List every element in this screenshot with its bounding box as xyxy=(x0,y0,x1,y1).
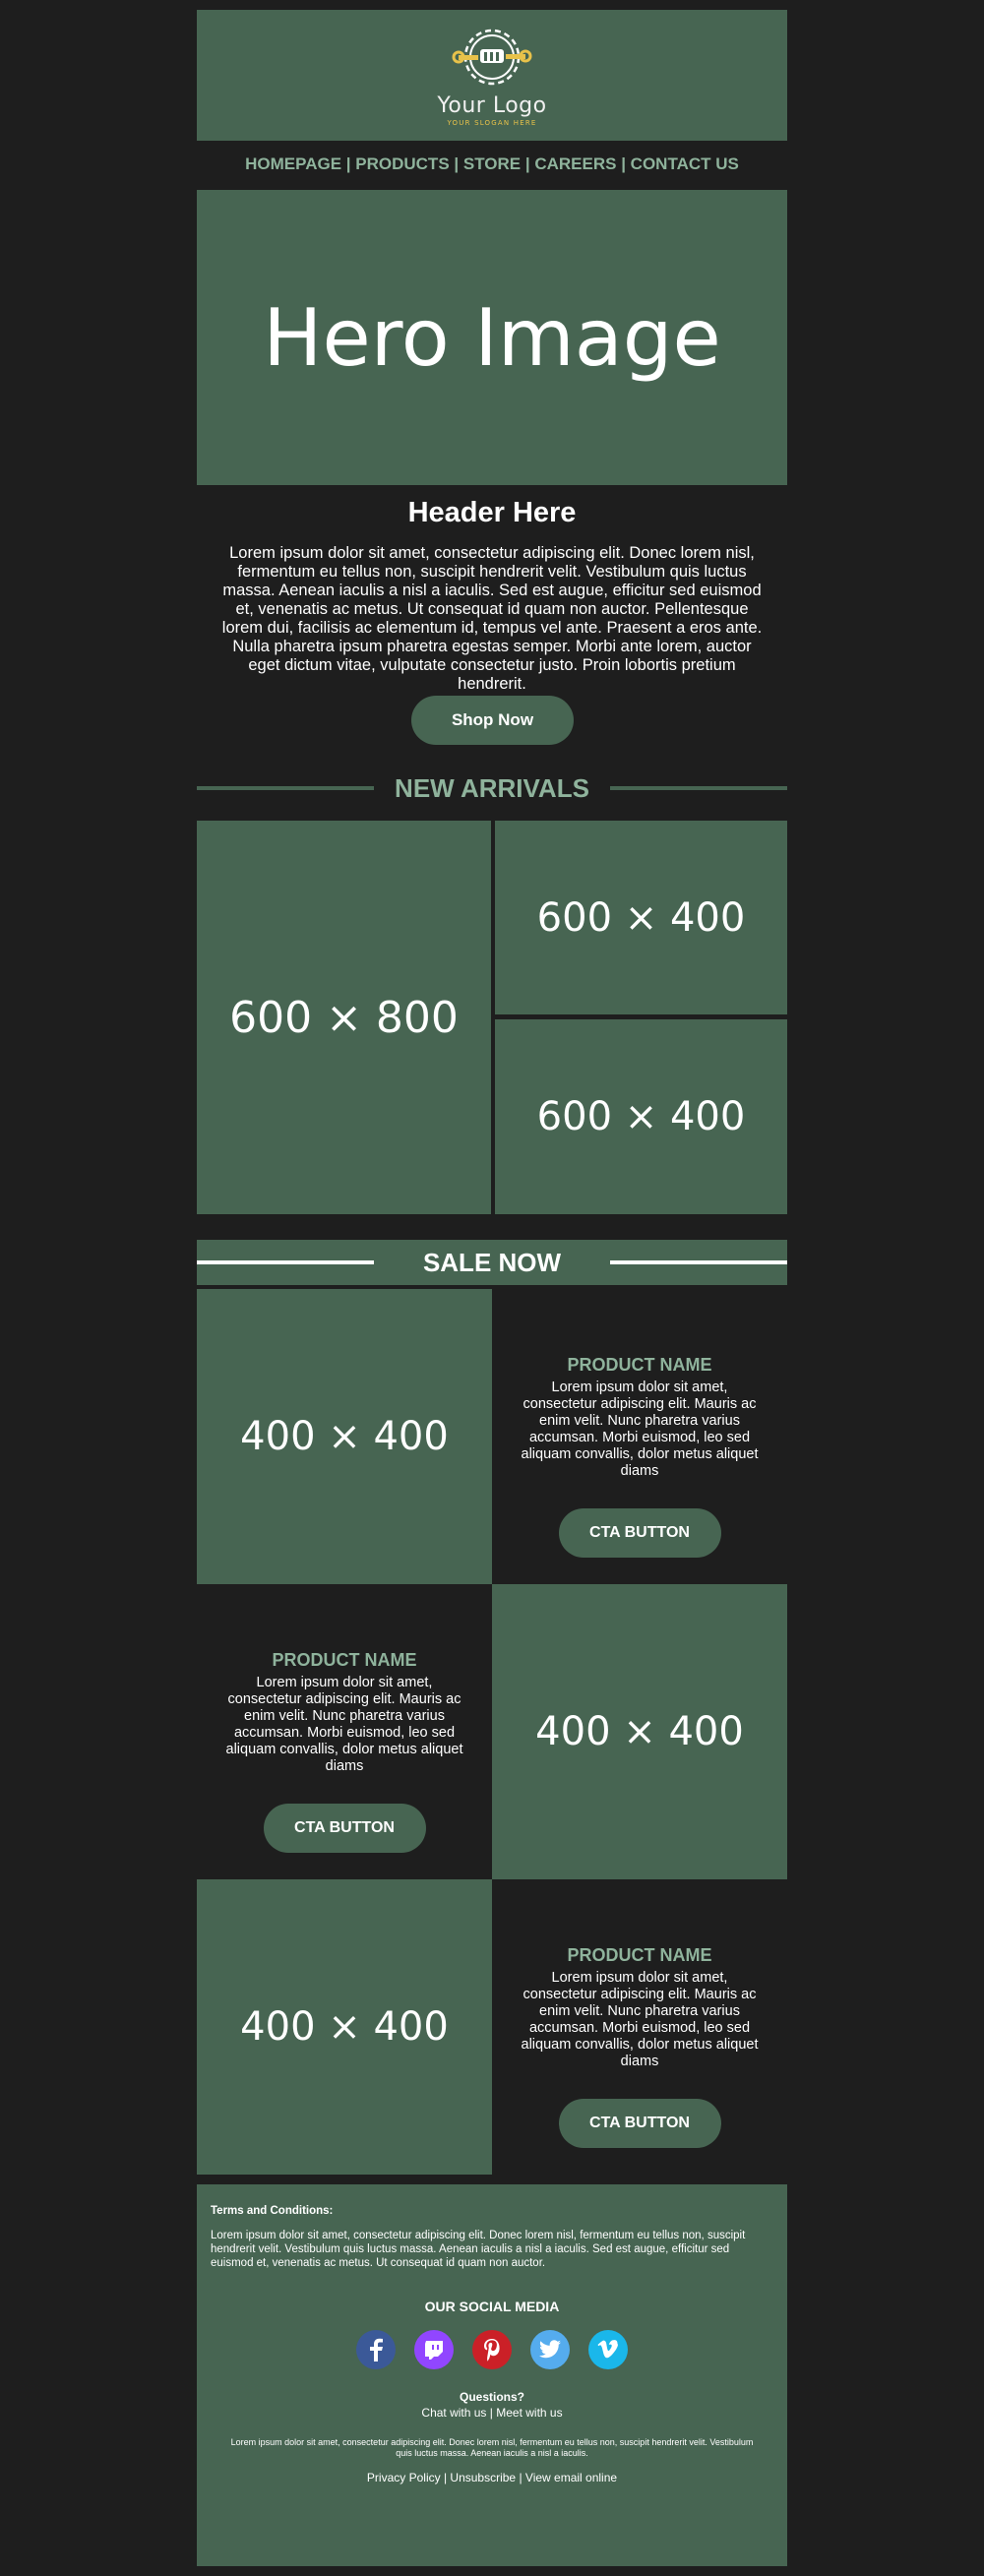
intro-header: Header Here xyxy=(407,497,577,528)
privacy-policy-link[interactable]: Privacy Policy xyxy=(367,2471,441,2484)
logo-slogan: YOUR SLOGAN HERE xyxy=(447,118,537,127)
meet-link[interactable]: Meet with us xyxy=(496,2406,562,2420)
unsubscribe-link[interactable]: Unsubscribe xyxy=(450,2471,516,2484)
social-icons xyxy=(197,2330,787,2369)
product-image[interactable]: 400 × 400 xyxy=(197,1879,492,2175)
footer: OUR SOCIAL MEDIA Questions? Chat with us… xyxy=(197,2275,787,2566)
chat-link[interactable]: Chat with us xyxy=(421,2406,486,2420)
pinterest-icon[interactable] xyxy=(472,2330,512,2369)
product-card: PRODUCT NAME Lorem ipsum dolor sit amet,… xyxy=(492,1879,787,2175)
nav-separator: | xyxy=(341,154,356,173)
social-media-title: OUR SOCIAL MEDIA xyxy=(424,2299,560,2314)
new-arrivals-title: NEW ARRIVALS xyxy=(395,772,589,803)
cta-button[interactable]: CTA BUTTON xyxy=(558,2099,721,2148)
image-placeholder-label: 600 × 400 xyxy=(536,894,746,941)
product-image[interactable]: 400 × 400 xyxy=(492,1584,787,1879)
sale-now-title: SALE NOW xyxy=(422,1247,562,1277)
image-placeholder-label: 600 × 400 xyxy=(536,1094,746,1139)
intro-paragraph: Lorem ipsum dolor sit amet, consectetur … xyxy=(221,544,763,693)
product-image[interactable]: 400 × 400 xyxy=(197,1289,492,1584)
nav-item-careers[interactable]: CAREERS xyxy=(534,154,616,173)
nav-item-contact-us[interactable]: CONTACT US xyxy=(631,154,739,173)
divider-line xyxy=(197,1260,374,1264)
nav-separator: | xyxy=(616,154,631,173)
divider-line xyxy=(197,786,374,790)
product-description: Lorem ipsum dolor sit amet, consectetur … xyxy=(521,1380,759,1479)
logo-header: Your Logo YOUR SLOGAN HERE xyxy=(197,10,787,141)
main-nav: HOMEPAGE | PRODUCTS | STORE | CAREERS | … xyxy=(197,154,787,180)
image-placeholder-label: 600 × 800 xyxy=(229,992,459,1043)
footer-links: Privacy Policy | Unsubscribe | View emai… xyxy=(197,2471,787,2484)
divider-line xyxy=(609,1260,787,1264)
image-placeholder-label: 400 × 400 xyxy=(240,1414,449,1459)
logo-text: Your Logo xyxy=(437,92,547,118)
product-card: PRODUCT NAME Lorem ipsum dolor sit amet,… xyxy=(492,1289,787,1584)
product-name: PRODUCT NAME xyxy=(272,1650,417,1670)
image-placeholder-label: 400 × 400 xyxy=(535,1709,744,1754)
sale-now-heading: SALE NOW xyxy=(197,1240,787,1285)
terms-text: Lorem ipsum dolor sit amet, consectetur … xyxy=(211,2230,746,2269)
terms-title: Terms and Conditions: xyxy=(211,2205,334,2217)
hero-image-label: Hero Image xyxy=(263,291,721,384)
cta-button[interactable]: CTA BUTTON xyxy=(263,1804,426,1853)
nav-item-products[interactable]: PRODUCTS xyxy=(355,154,449,173)
view-online-link[interactable]: View email online xyxy=(525,2471,617,2484)
product-name: PRODUCT NAME xyxy=(567,1945,712,1965)
new-arrival-image-top[interactable]: 600 × 400 xyxy=(495,821,787,1014)
nav-item-store[interactable]: STORE xyxy=(463,154,521,173)
facebook-icon[interactable] xyxy=(356,2330,396,2369)
footer-disclaimer: Lorem ipsum dolor sit amet, consectetur … xyxy=(230,2437,754,2458)
image-placeholder-label: 400 × 400 xyxy=(240,2004,449,2050)
divider-line xyxy=(609,786,787,790)
product-description: Lorem ipsum dolor sit amet, consectetur … xyxy=(225,1675,463,1774)
questions-label: Questions? xyxy=(459,2390,524,2404)
vimeo-icon[interactable] xyxy=(588,2330,628,2369)
nav-separator: | xyxy=(521,154,535,173)
contact-links: Chat with us | Meet with us xyxy=(197,2406,787,2420)
logo-gear-icon xyxy=(452,29,532,85)
cta-button[interactable]: CTA BUTTON xyxy=(558,1508,721,1558)
product-card: PRODUCT NAME Lorem ipsum dolor sit amet,… xyxy=(197,1584,492,1879)
product-name: PRODUCT NAME xyxy=(567,1355,712,1375)
product-description: Lorem ipsum dolor sit amet, consectetur … xyxy=(521,1970,759,2069)
new-arrivals-heading: NEW ARRIVALS xyxy=(197,772,787,803)
nav-separator: | xyxy=(449,154,463,173)
nav-item-homepage[interactable]: HOMEPAGE xyxy=(245,154,341,173)
shop-now-button[interactable]: Shop Now xyxy=(411,696,574,745)
new-arrival-image-large[interactable]: 600 × 800 xyxy=(197,821,491,1214)
twitch-icon[interactable] xyxy=(414,2330,454,2369)
hero-image[interactable]: Hero Image xyxy=(197,190,787,485)
twitter-icon[interactable] xyxy=(530,2330,570,2369)
new-arrival-image-bottom[interactable]: 600 × 400 xyxy=(495,1019,787,1214)
